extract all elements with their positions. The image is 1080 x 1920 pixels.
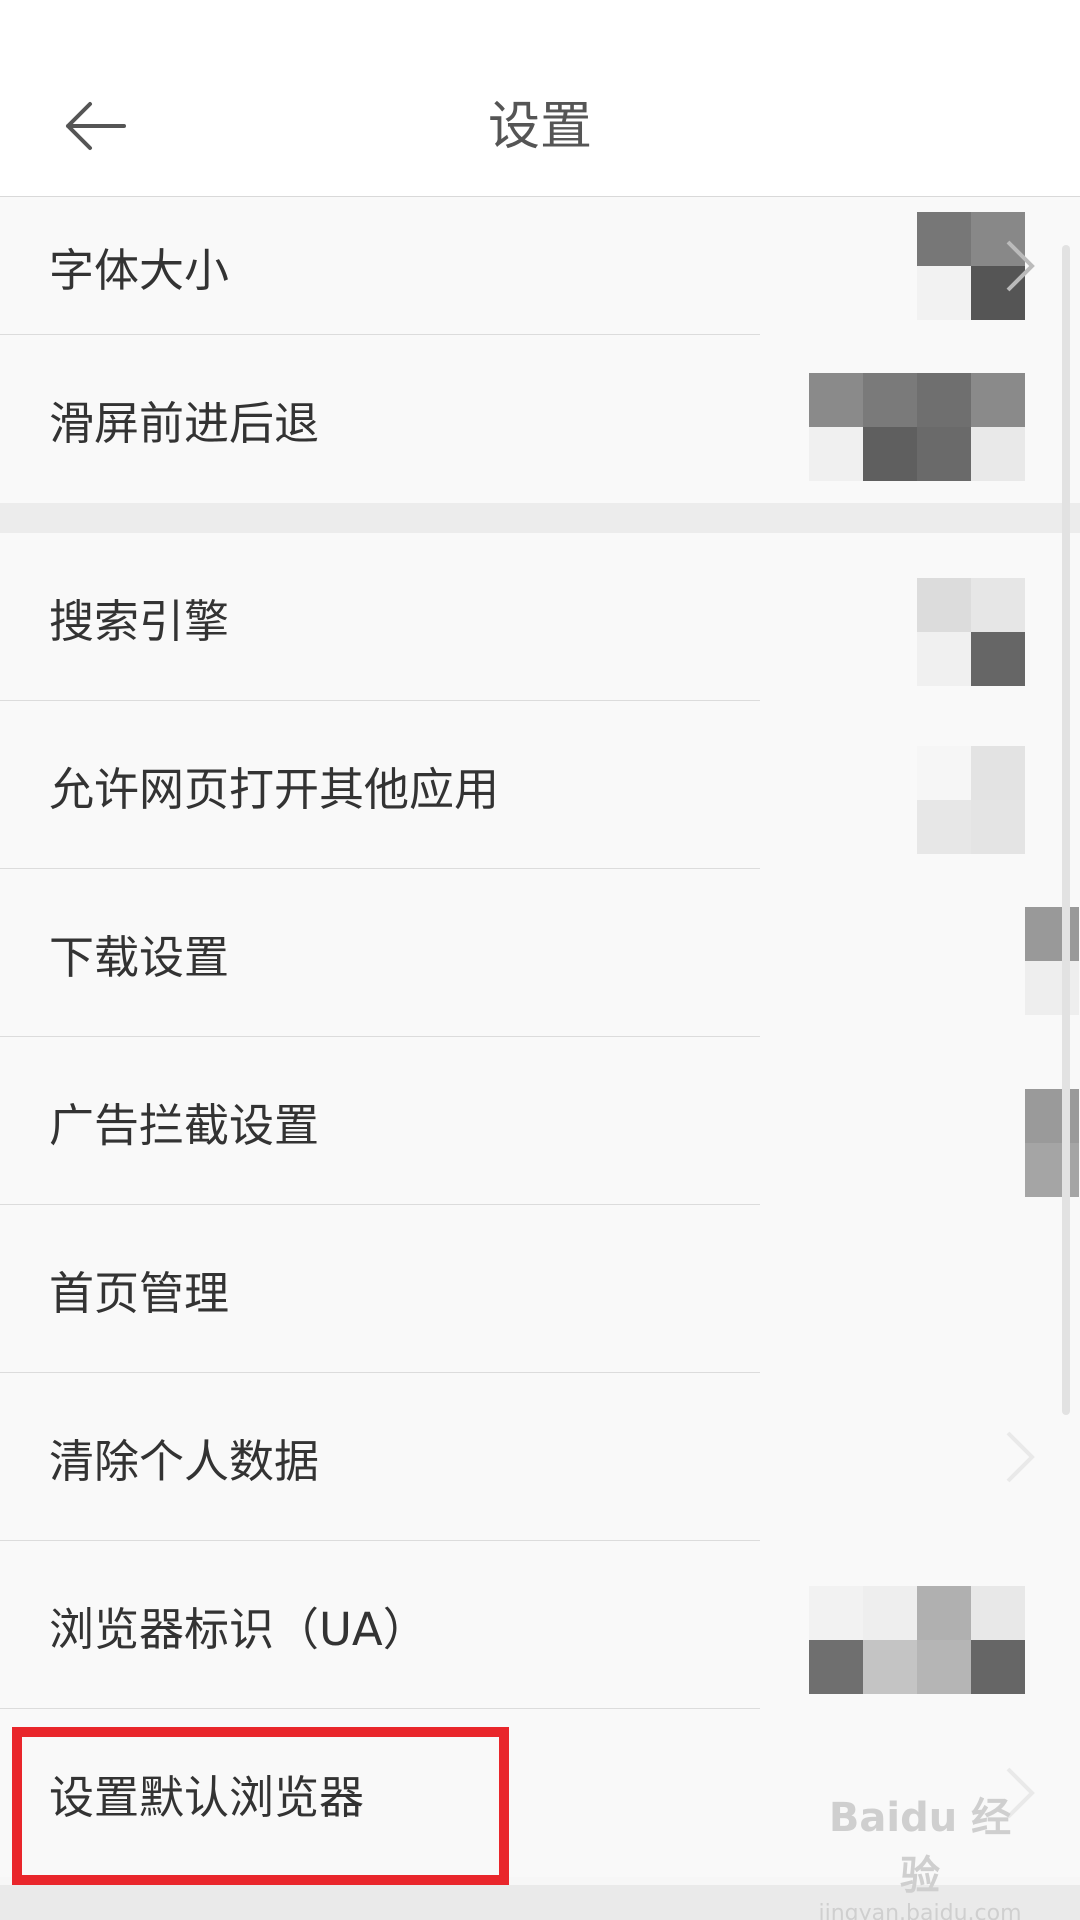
settings-item-search-engine[interactable]: 搜索引擎 xyxy=(0,533,1080,701)
settings-item-allow-open-apps[interactable]: 允许网页打开其他应用 xyxy=(0,701,1080,869)
settings-item-user-agent[interactable]: 浏览器标识（UA） xyxy=(0,1541,1080,1709)
settings-item-clear-data[interactable]: 清除个人数据 xyxy=(0,1373,1080,1541)
settings-item-label: 字体大小 xyxy=(49,243,230,297)
watermark: Baidu 经验 jingyan.baidu.com xyxy=(810,1785,1030,1920)
chevron-right-icon xyxy=(1006,240,1035,292)
settings-item-label: 下载设置 xyxy=(49,930,230,984)
settings-item-label: 首页管理 xyxy=(49,1266,230,1320)
page-title: 设置 xyxy=(487,97,592,157)
settings-item-homepage[interactable]: 首页管理 xyxy=(0,1205,1080,1373)
settings-item-ad-block[interactable]: 广告拦截设置 xyxy=(0,1037,1080,1205)
settings-item-label: 浏览器标识（UA） xyxy=(49,1602,428,1656)
settings-screen: 设置 字体大小 滑屏前进后退 搜索引擎 允许网页打开其他应用 下载设置 广告拦截… xyxy=(0,0,1080,1920)
settings-item-label: 广告拦截设置 xyxy=(49,1098,320,1152)
settings-item-font-size[interactable]: 字体大小 xyxy=(0,197,1080,335)
settings-item-label: 搜索引擎 xyxy=(49,594,230,648)
watermark-brand: Baidu 经验 xyxy=(828,1795,1012,1899)
settings-list: 字体大小 滑屏前进后退 搜索引擎 允许网页打开其他应用 下载设置 广告拦截设置 … xyxy=(0,197,1080,1877)
settings-item-swipe-navigation[interactable]: 滑屏前进后退 xyxy=(0,335,1080,503)
chevron-right-icon xyxy=(1006,1431,1035,1483)
settings-item-label: 允许网页打开其他应用 xyxy=(49,762,500,816)
scrollbar[interactable] xyxy=(1062,245,1070,1415)
settings-item-label: 清除个人数据 xyxy=(49,1434,320,1488)
settings-item-label: 滑屏前进后退 xyxy=(49,396,320,450)
watermark-url: jingyan.baidu.com xyxy=(818,1901,1022,1920)
group-separator xyxy=(0,503,1080,533)
top-bar: 设置 xyxy=(0,0,1080,197)
settings-item-download[interactable]: 下载设置 xyxy=(0,869,1080,1037)
settings-item-label: 设置默认浏览器 xyxy=(49,1770,365,1824)
